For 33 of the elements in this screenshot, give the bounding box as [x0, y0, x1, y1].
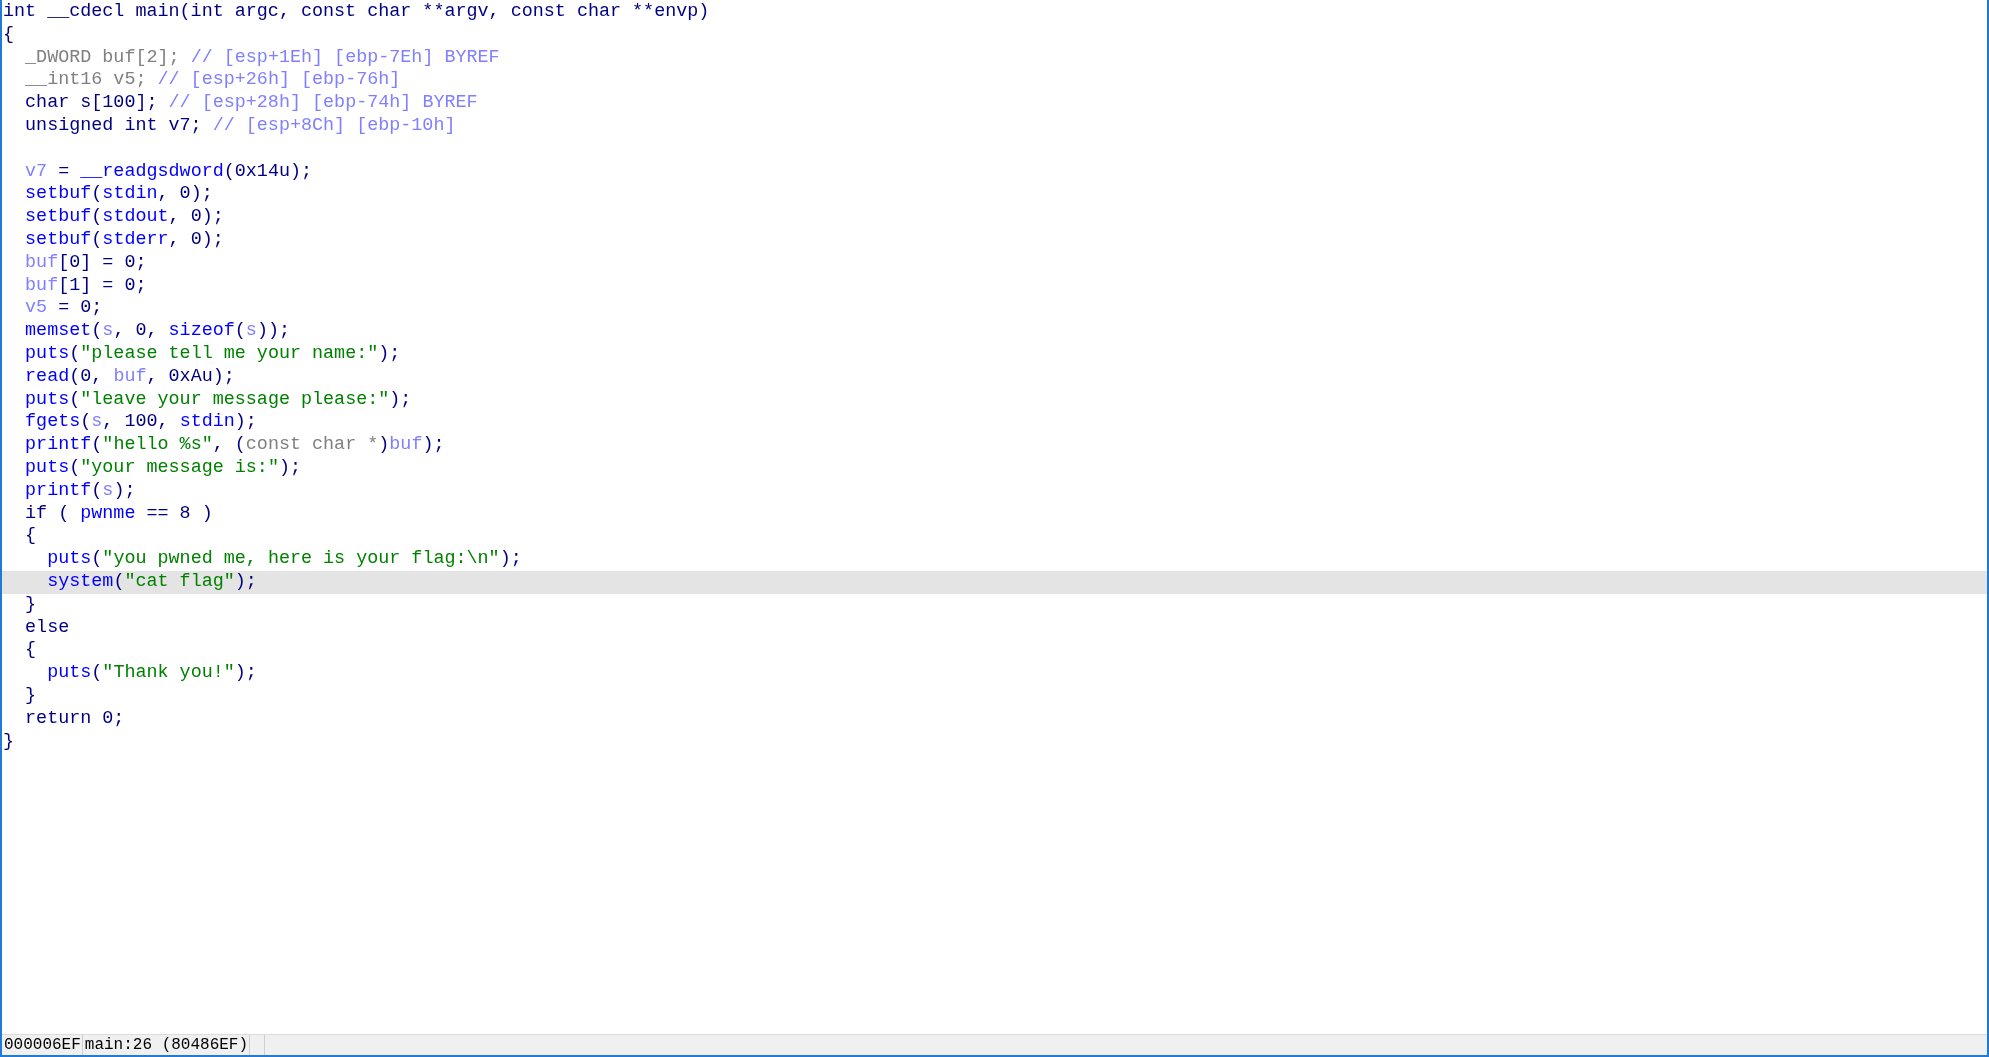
code-line[interactable]: v7 = __readgsdword(0x14u);	[2, 160, 1987, 184]
code-line[interactable]: }	[2, 684, 1987, 708]
code-line[interactable]: puts("your message is:");	[2, 456, 1987, 480]
code-line[interactable]: return 0;	[2, 707, 1987, 731]
code-line[interactable]: setbuf(stdin, 0);	[2, 183, 1987, 207]
code-line[interactable]: {	[2, 23, 1987, 47]
code-line[interactable]: _DWORD buf[2]; // [esp+1Eh] [ebp-7Eh] BYREF	[2, 46, 1987, 70]
status-field: 000006EF	[2, 1035, 83, 1055]
status-field: main:26 (80486EF)	[82, 1035, 251, 1055]
code-line[interactable]: int __cdecl main(int argc, const char **argv, const char **envp)	[2, 1, 1987, 24]
code-line[interactable]: printf("hello %s", (const char *)buf);	[2, 434, 1987, 457]
code-line[interactable]: if ( pwnme == 8 )	[2, 502, 1987, 526]
code-line[interactable]: setbuf(stderr, 0);	[2, 228, 1987, 252]
code-line[interactable]: {	[2, 525, 1987, 549]
code-line[interactable]: unsigned int v7; // [esp+8Ch] [ebp-10h]	[2, 115, 1987, 138]
code-line[interactable]: else	[2, 616, 1987, 640]
code-line[interactable]: __int16 v5; // [esp+26h] [ebp-76h]	[2, 69, 1987, 93]
code-line[interactable]: memset(s, 0, sizeof(s));	[2, 320, 1987, 343]
code-line[interactable]: puts("leave your message please:");	[2, 388, 1987, 412]
code-line[interactable]: printf(s);	[2, 479, 1987, 503]
code-line[interactable]: }	[2, 730, 1987, 754]
code-line[interactable]: buf[1] = 0;	[2, 274, 1987, 298]
code-line[interactable]: }	[2, 593, 1987, 617]
code-line[interactable]: {	[2, 639, 1987, 663]
code-line[interactable]: puts("you pwned me, here is your flag:\n");	[2, 548, 1987, 571]
code-line[interactable]: setbuf(stdout, 0);	[2, 206, 1987, 229]
code-line[interactable]: fgets(s, 100, stdin);	[2, 411, 1987, 435]
code-line[interactable]: read(0, buf, 0xAu);	[2, 365, 1987, 389]
code-line[interactable]: puts("Thank you!");	[2, 662, 1987, 685]
code-line[interactable]: buf[0] = 0;	[2, 251, 1987, 275]
code-line[interactable]: char s[100]; // [esp+28h] [ebp-74h] BYREF	[2, 92, 1987, 115]
code-line[interactable]: puts("please tell me your name:");	[2, 342, 1987, 366]
code-line[interactable]: v5 = 0;	[2, 297, 1987, 321]
